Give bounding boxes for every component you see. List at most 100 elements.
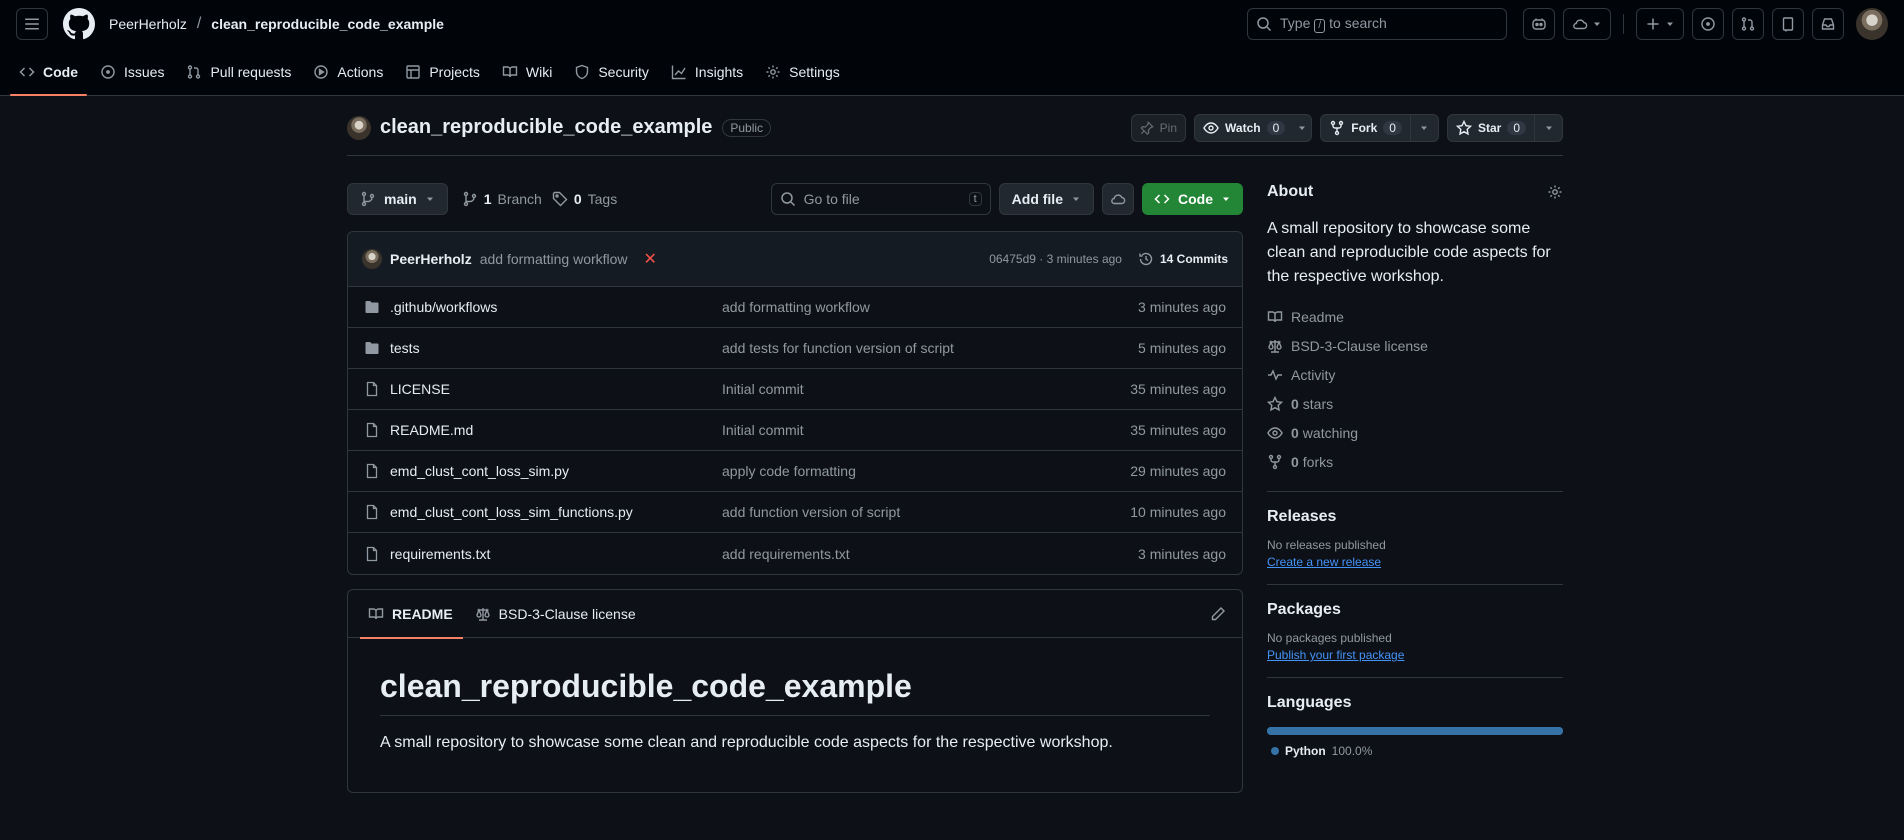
file-name[interactable]: LICENSE [390, 381, 722, 397]
tab-issues[interactable]: Issues [91, 48, 173, 96]
packages-empty: No packages published [1267, 631, 1392, 645]
commit-author[interactable]: PeerHerholz [390, 251, 472, 267]
breadcrumb-owner[interactable]: PeerHerholz [109, 16, 187, 32]
file-name[interactable]: requirements.txt [390, 546, 722, 562]
watching-label: watching [1302, 424, 1359, 441]
watch-dropdown[interactable] [1293, 115, 1311, 141]
tags-link[interactable]: 0 Tags [552, 191, 617, 207]
fork-icon [1329, 120, 1345, 136]
repo-title[interactable]: clean_reproducible_code_example [380, 116, 712, 139]
tab-actions[interactable]: Actions [304, 48, 392, 96]
pull-requests-icon[interactable] [1732, 8, 1764, 40]
tab-license[interactable]: BSD-3-Clause license [471, 590, 640, 638]
pin-button[interactable]: Pin [1130, 113, 1187, 142]
file-row[interactable]: emd_clust_cont_loss_sim.py apply code for… [348, 451, 1242, 492]
branches-link[interactable]: 1 Branch [462, 191, 542, 207]
file-row[interactable]: emd_clust_cont_loss_sim_functions.py add … [348, 492, 1242, 533]
search-icon [780, 191, 796, 207]
codespaces-button[interactable] [1102, 183, 1134, 215]
create-release-link[interactable]: Create a new release [1267, 555, 1563, 569]
file-name[interactable]: README.md [390, 422, 722, 438]
file-row[interactable]: LICENSE Initial commit 35 minutes ago [348, 369, 1242, 410]
issues-icon[interactable] [1692, 8, 1724, 40]
chevron-down-icon [1071, 194, 1081, 204]
tab-projects[interactable]: Projects [396, 48, 489, 96]
file-commit-date: 3 minutes ago [1138, 545, 1226, 562]
tab-security[interactable]: Security [565, 48, 658, 96]
fork-dropdown[interactable] [1409, 114, 1438, 141]
branch-icon [360, 191, 376, 207]
language-name: Python [1285, 744, 1326, 758]
file-commit-message[interactable]: add function version of script [722, 504, 900, 520]
readme-link[interactable]: Readme [1267, 302, 1563, 331]
commit-sha-time[interactable]: 06475d9 · 3 minutes ago [989, 252, 1122, 266]
copilot-dropdown-button[interactable] [1563, 8, 1611, 40]
pencil-icon[interactable] [1210, 606, 1226, 622]
file-icon [364, 546, 380, 562]
watch-button[interactable]: Watch 0 [1194, 113, 1313, 142]
file-listing: PeerHerholz add formatting workflow ✕ 06… [347, 231, 1243, 575]
tab-settings[interactable]: Settings [756, 48, 849, 96]
publish-package-link[interactable]: Publish your first package [1267, 648, 1563, 662]
file-row[interactable]: requirements.txt add requirements.txt 3 mi… [348, 533, 1242, 574]
commit-author-avatar[interactable] [362, 249, 382, 269]
menu-icon[interactable] [16, 8, 48, 40]
table-icon [405, 64, 421, 80]
file-name[interactable]: tests [390, 340, 722, 356]
file-icon [364, 463, 380, 479]
tab-code[interactable]: Code [10, 48, 87, 96]
gear-icon[interactable] [1547, 184, 1563, 200]
code-button[interactable]: Code [1142, 183, 1243, 215]
eye-icon [1203, 120, 1219, 136]
releases-heading[interactable]: Releases [1267, 508, 1336, 526]
watch-label: Watch [1225, 120, 1261, 135]
file-commit-message[interactable]: Initial commit [722, 381, 804, 397]
watch-count: 0 [1266, 120, 1286, 135]
github-logo-icon[interactable] [63, 8, 95, 40]
branch-selector[interactable]: main [347, 183, 448, 215]
star-count: 0 [1507, 120, 1526, 135]
file-commit-message[interactable]: add requirements.txt [722, 546, 850, 562]
tab-pull-requests[interactable]: Pull requests [177, 48, 300, 96]
stars-label: stars [1302, 395, 1334, 412]
commits-link[interactable]: 14 Commits [1138, 251, 1228, 267]
add-file-button[interactable]: Add file [998, 183, 1094, 215]
copilot-icon[interactable] [1523, 8, 1555, 40]
play-icon [313, 64, 329, 80]
file-commit-message[interactable]: Initial commit [722, 422, 804, 438]
breadcrumb-repo[interactable]: clean_reproducible_code_example [211, 16, 444, 32]
fork-button[interactable]: Fork 0 [1320, 113, 1439, 142]
activity-link[interactable]: Activity [1267, 360, 1563, 389]
file-row[interactable]: .github/workflows add formatting workflow… [348, 287, 1242, 328]
file-commit-message[interactable]: add formatting workflow [722, 299, 870, 315]
file-name[interactable]: emd_clust_cont_loss_sim.py [390, 463, 722, 479]
packages-heading[interactable]: Packages [1267, 601, 1341, 619]
global-search-input[interactable]: Type / to search [1247, 8, 1507, 40]
stars-link[interactable]: 0 stars [1267, 389, 1563, 418]
file-row[interactable]: tests add tests for function version of s… [348, 328, 1242, 369]
user-avatar[interactable] [1856, 8, 1888, 40]
watching-link[interactable]: 0 watching [1267, 418, 1563, 447]
license-link[interactable]: BSD-3-Clause license [1267, 331, 1563, 360]
commit-message[interactable]: add formatting workflow [480, 251, 628, 267]
star-button[interactable]: Star 0 [1446, 113, 1563, 142]
tab-wiki[interactable]: Wiki [493, 48, 561, 96]
check-failed-icon[interactable]: ✕ [644, 249, 657, 269]
star-dropdown[interactable] [1534, 114, 1562, 141]
create-new-button[interactable] [1636, 8, 1684, 40]
go-to-file-placeholder: Go to file [803, 191, 860, 207]
tab-readme[interactable]: README [360, 590, 463, 639]
tab-insights[interactable]: Insights [662, 48, 752, 96]
forks-link[interactable]: 0 forks [1267, 447, 1563, 476]
file-commit-message[interactable]: add tests for function version of script [722, 340, 954, 356]
language-item-python[interactable]: Python 100.0% [1267, 744, 1563, 758]
file-commit-message[interactable]: apply code formatting [722, 463, 856, 479]
inbox-icon[interactable] [1812, 8, 1844, 40]
file-name[interactable]: .github/workflows [390, 299, 722, 315]
go-to-file-input[interactable]: Go to file t [770, 183, 991, 215]
repositories-icon[interactable] [1772, 8, 1804, 40]
owner-avatar[interactable] [347, 115, 371, 140]
file-row[interactable]: README.md Initial commit 35 minutes ago [348, 410, 1242, 451]
chevron-down-icon [1299, 126, 1306, 130]
file-name[interactable]: emd_clust_cont_loss_sim_functions.py [390, 504, 722, 520]
